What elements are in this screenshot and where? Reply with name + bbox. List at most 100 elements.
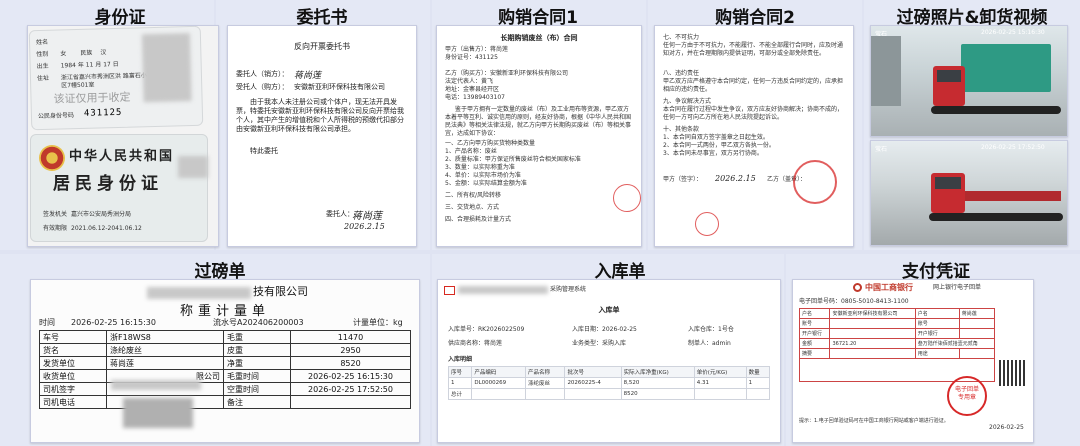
entrust-sign-name: 蒋尚莲 [352, 211, 382, 222]
contract1-item-3: 3、数量：以实际称重为准 [445, 164, 515, 171]
id-address: 浙江省嘉兴市秀洲区洪 路富石小区7幢501室 [60, 72, 147, 90]
amount-cell: 36721.20 [829, 338, 916, 349]
truck-wheels [931, 106, 1061, 114]
contract1-sec1: 一、乙方向甲方购买货物种类数量 [445, 140, 536, 147]
table-header-row: 序号 产品编码 产品名称 批次号 实际入库净重(KG) 单价(元/KG) 数量 [447, 366, 771, 378]
table-row: 司机签字 空重时间 2026-02-25 17:52:50 [39, 382, 411, 396]
label-cell: 户名 [914, 308, 960, 319]
emblem-icon [39, 145, 65, 171]
contract1-party-a: 甲方（出售方）：蒋尚莲 [445, 46, 509, 53]
cell: 1 [447, 377, 473, 389]
contract1-sec3: 三、交货地点、方式 [445, 204, 500, 211]
contract1-party-b: 乙方（购买方）：安徽新亚利环保科技有限公司 [445, 70, 569, 77]
weigh-time-label: 时间 [39, 318, 55, 327]
payee-cell: 蒋尚莲 [958, 308, 996, 319]
bank-logo-icon [853, 283, 862, 292]
col-header: 批次号 [564, 366, 622, 378]
table-row: 金额 36721.20 叁万陆仟柒佰贰拾壹元贰角 [798, 338, 996, 349]
label-cell: 账号 [798, 318, 831, 329]
payment-footer: 提示：1.电子回单验证码可在中国工商银行网站或客户端进行验证。 [799, 418, 949, 424]
cell [525, 388, 566, 400]
contract2-seal [793, 160, 837, 204]
cell: 8,520 [620, 377, 695, 389]
table-row: 总计 8520 [447, 388, 771, 400]
weigh-cell: 备注 [223, 395, 291, 409]
cell [958, 328, 996, 339]
cell [829, 328, 916, 339]
warehouse-receipt: 采购管理系统 入库单 入库单号：RK2026022509 入库日期：2026-0… [437, 279, 781, 443]
contract2-sec9: 九、争议解决方式 [663, 98, 712, 105]
table-row: 账号 账号 [798, 318, 996, 329]
cell: 20260225-4 [564, 377, 622, 389]
contract2-body1: 任何一方由于不可抗力，不能履行、不能全部履行合同时，应及时通知对方，并在合理期限… [663, 42, 844, 57]
warehouse-system: 采购管理系统 [550, 286, 587, 293]
contract2-clause-2: 2、本合同一式两份，甲乙双方各执一份。 [663, 142, 775, 149]
cell [564, 388, 622, 400]
truck2-wheels [929, 213, 1063, 221]
weigh-cell [290, 395, 411, 409]
weigh-cell: 2026-02-25 17:52:50 [290, 382, 411, 396]
weigh-company: 技有限公司 [253, 285, 308, 298]
qr-code-icon [999, 360, 1025, 386]
contract2-sign-a: 甲方（签字）： [663, 176, 703, 183]
warehouse-wall [871, 36, 901, 106]
contract2-clause-1: 1、本合同自双方签字盖章之日起生效。 [663, 134, 769, 141]
label-cell: 金额 [798, 338, 831, 349]
cell [958, 318, 996, 329]
label-cell: 开户银行 [914, 328, 960, 339]
payer-cell: 安徽新亚利环保科技有限公司 [829, 308, 916, 319]
weigh-cell: 空重时间 [223, 382, 291, 396]
id-label-authority: 签发机关 [43, 211, 68, 218]
contract2-body2: 甲乙双方应严格遵守本合同约定，任何一方违反合同约定的，应承担相应的违约责任。 [663, 78, 844, 93]
contract1-item-1: 1、产品名称：废丝 [445, 148, 497, 155]
id-watermark: 该证仅用于收定 [53, 90, 131, 106]
weigh-cell: 净重 [223, 356, 291, 370]
table-row: 司机电话 备注 [39, 395, 411, 409]
weigh-time: 2026-02-25 16:15:30 [71, 318, 156, 327]
col-header: 单价(元/KG) [693, 366, 747, 378]
id-label-address: 住址 [36, 74, 50, 83]
truck-cargo [961, 44, 1051, 92]
label-cell: 账号 [914, 318, 960, 329]
label-cell: 户名 [798, 308, 831, 319]
truck-windshield [937, 70, 961, 82]
truck2-windshield [935, 177, 961, 189]
weigh-cell: 8520 [290, 356, 411, 370]
weigh-cell: 收货单位 [39, 369, 107, 383]
seal-text-top: 电子回单 [954, 386, 979, 393]
bank-seal: 电子回单 专用章 [947, 376, 987, 416]
weigh-cell: 11470 [290, 330, 411, 344]
id-label-number: 公民身份号码 [37, 112, 75, 121]
contract1-legal: 法定代表人：黄飞 [445, 78, 494, 85]
contract2-document: 七、不可抗力 任何一方由于不可抗力，不能履行、不能全部履行合同时，应及时通知对方… [654, 25, 854, 247]
contract1-address: 地址：金寨县经开区 [445, 86, 500, 93]
cell [829, 318, 916, 329]
photo-timestamp-2: 2026-02-25 17:52:50 [981, 144, 1045, 151]
id-back-title2: 居民身份证 [53, 174, 163, 194]
id-card-image: 姓名 性别 女 民族 汉 出生 1984 年 11 月 17 日 住址 浙江省嘉… [27, 25, 219, 247]
col-header: 序号 [447, 366, 473, 378]
weigh-photo-1: 萤石 2026-02-25 15:16:30 [870, 25, 1068, 137]
id-back-title1: 中华人民共和国 [69, 149, 175, 164]
id-side-blur [178, 156, 208, 178]
payment-doc-title: 网上银行电子回单 [933, 284, 982, 291]
weigh-cell: 毛重 [223, 330, 291, 344]
weigh-serial: A202406200003 [237, 318, 304, 327]
entrust-closing: 特此委托 [250, 147, 278, 155]
id-sex: 女 [60, 50, 67, 58]
contract1-item-4: 4、单价：以实际市场价为准 [445, 172, 521, 179]
weigh-cell: 发货单位 [39, 356, 107, 370]
entrust-sign-label: 委托人： [326, 210, 354, 218]
warehouse-detail-title: 入库明细 [448, 356, 473, 363]
weigh-serial-label: 流水号 [213, 318, 237, 327]
contract1-item-5: 5、金额：以实际结算金额为准 [445, 180, 527, 187]
contract1-sec4: 四、合理损耗及计量方式 [445, 216, 512, 223]
id-label-name: 姓名 [35, 38, 49, 47]
id-birth: 1984 年 11 月 17 日 [60, 60, 119, 70]
payment-receipt-no: 电子回单号码：0805-5010-8413-1100 [799, 298, 909, 305]
col-header: 实际入库净重(KG) [620, 366, 695, 378]
total-label: 总计 [447, 388, 473, 400]
weigh-receiver-blur [111, 380, 201, 390]
cell [471, 388, 527, 400]
id-photo-blur [141, 33, 192, 103]
